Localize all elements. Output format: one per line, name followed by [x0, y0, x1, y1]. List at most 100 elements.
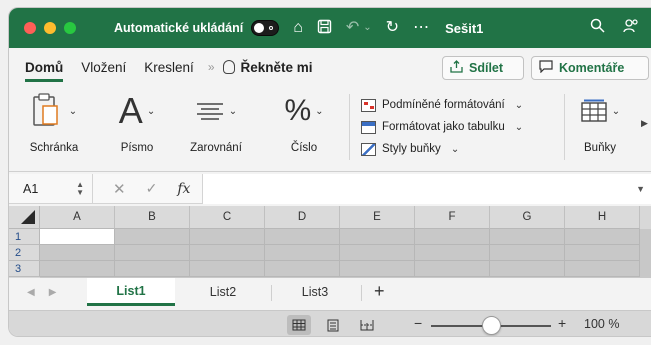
redo-icon[interactable]: ↻: [386, 20, 399, 36]
grid-cell[interactable]: [565, 245, 640, 261]
tell-me-search[interactable]: Řekněte mi: [222, 60, 313, 75]
font-group[interactable]: A ⌄ Písmo: [113, 86, 161, 154]
alignment-label: Zarovnání: [190, 142, 242, 154]
zoom-out-button[interactable]: −: [414, 315, 422, 331]
cell-styles-icon: [361, 142, 376, 156]
grid-cell[interactable]: [40, 261, 115, 277]
sheet-nav-arrows-icon[interactable]: ◀▶: [27, 287, 70, 298]
grid-cell[interactable]: [340, 261, 415, 277]
grid-cell[interactable]: [265, 245, 340, 261]
name-box-value: A1: [23, 181, 39, 196]
grid-cell[interactable]: [490, 245, 565, 261]
tab-home[interactable]: Domů: [25, 60, 64, 82]
confirm-entry-icon[interactable]: ✓: [146, 180, 158, 197]
page-layout-view-button[interactable]: [321, 315, 345, 335]
comments-button[interactable]: Komentáře: [531, 56, 649, 80]
clipboard-group[interactable]: ⌄ Schránka: [23, 86, 85, 154]
grid-cell[interactable]: [340, 245, 415, 261]
column-header[interactable]: E: [340, 206, 415, 229]
clipboard-chevron-icon: ⌄: [68, 105, 78, 117]
name-box[interactable]: A1 ▲ ▼: [9, 173, 93, 204]
conditional-formatting-button[interactable]: Podmíněné formátování ⌄: [361, 94, 523, 116]
cell-styles-chevron-icon: ⌄: [450, 143, 460, 155]
grid-cell[interactable]: [415, 229, 490, 245]
sheet-separator: [361, 285, 362, 301]
row-header[interactable]: 1: [9, 229, 40, 245]
sheet-tab-list1[interactable]: List1: [87, 278, 175, 306]
undo-icon[interactable]: ↶: [346, 20, 359, 36]
toggle-knob: [254, 23, 265, 33]
page-break-icon: [360, 320, 374, 331]
zoom-window-button[interactable]: [64, 22, 76, 34]
grid-cell[interactable]: [190, 245, 265, 261]
grid-cell[interactable]: [490, 229, 565, 245]
autosave-toggle[interactable]: [251, 20, 280, 36]
grid-cell[interactable]: [115, 245, 190, 261]
grid-cell[interactable]: [40, 245, 115, 261]
grid-cell[interactable]: [565, 261, 640, 277]
add-sheet-button[interactable]: +: [374, 281, 385, 302]
more-options-icon[interactable]: ⋯: [413, 20, 429, 36]
search-icon[interactable]: [590, 18, 605, 38]
save-icon[interactable]: [317, 19, 332, 38]
column-header[interactable]: D: [265, 206, 340, 229]
column-header[interactable]: G: [490, 206, 565, 229]
sheet-tab-list3[interactable]: List3: [271, 278, 359, 306]
insert-function-icon[interactable]: fx: [177, 181, 190, 197]
column-header[interactable]: C: [190, 206, 265, 229]
undo-dropdown-chevron-icon[interactable]: ⌄: [363, 23, 371, 33]
zoom-level[interactable]: 100 %: [584, 317, 619, 331]
grid-cell[interactable]: [265, 229, 340, 245]
format-as-table-button[interactable]: Formátovat jako tabulku ⌄: [361, 116, 523, 138]
home-icon[interactable]: ⌂: [293, 20, 303, 36]
grid-cell[interactable]: [190, 261, 265, 277]
page-break-view-button[interactable]: [355, 315, 379, 335]
grid-cell[interactable]: [340, 229, 415, 245]
grid-cell[interactable]: [415, 245, 490, 261]
grid-cell[interactable]: [565, 229, 640, 245]
expand-formula-bar-icon[interactable]: ▼: [636, 184, 645, 194]
cell-styles-button[interactable]: Styly buňky ⌄: [361, 138, 523, 160]
ribbon-scroll-right-icon[interactable]: ▶: [641, 118, 648, 129]
cells-icon-glyph: [581, 99, 607, 122]
share-people-icon[interactable]: [623, 18, 639, 38]
grid-cell[interactable]: [265, 261, 340, 277]
tab-draw[interactable]: Kreslení: [144, 60, 194, 75]
column-header[interactable]: A: [40, 206, 115, 229]
more-tabs-chevron-icon[interactable]: »: [208, 60, 215, 74]
alignment-chevron-icon: ⌄: [228, 105, 238, 117]
row-header[interactable]: 3: [9, 261, 40, 277]
tab-insert[interactable]: Vložení: [81, 60, 126, 75]
grid-cell[interactable]: [115, 229, 190, 245]
minimize-window-button[interactable]: [44, 22, 56, 34]
normal-view-button[interactable]: [287, 315, 311, 335]
row-header[interactable]: 2: [9, 245, 40, 261]
grid-cell[interactable]: [115, 261, 190, 277]
ribbon-separator: [349, 94, 350, 160]
column-header[interactable]: B: [115, 206, 190, 229]
cancel-entry-icon[interactable]: ✕: [113, 180, 126, 198]
share-button[interactable]: Sdílet: [442, 56, 524, 80]
select-all-button[interactable]: [9, 206, 40, 229]
number-icon: % ⌄: [284, 86, 323, 136]
conditional-formatting-chevron-icon: ⌄: [514, 99, 524, 111]
close-window-button[interactable]: [24, 22, 36, 34]
column-header[interactable]: H: [565, 206, 640, 229]
comments-label: Komentáře: [559, 61, 625, 75]
clipboard-label: Schránka: [29, 142, 79, 154]
grid-cell[interactable]: [415, 261, 490, 277]
active-cell[interactable]: [40, 229, 115, 245]
grid-cell[interactable]: [190, 229, 265, 245]
name-box-stepper-icon[interactable]: ▲ ▼: [76, 180, 84, 197]
sheet-tab-bar: ◀▶ List1 List2 List3 +: [9, 278, 651, 310]
cells-group[interactable]: ⌄ Buňky: [574, 86, 626, 154]
formula-input[interactable]: [202, 173, 651, 204]
number-group[interactable]: % ⌄ Číslo: [279, 86, 329, 154]
grid-cell[interactable]: [490, 261, 565, 277]
zoom-slider-handle[interactable]: [481, 316, 501, 335]
column-header[interactable]: F: [415, 206, 490, 229]
alignment-group[interactable]: ⌄ Zarovnání: [179, 86, 253, 154]
font-label: Písmo: [120, 142, 154, 154]
sheet-tab-list2[interactable]: List2: [179, 278, 267, 306]
zoom-in-button[interactable]: +: [558, 315, 566, 331]
